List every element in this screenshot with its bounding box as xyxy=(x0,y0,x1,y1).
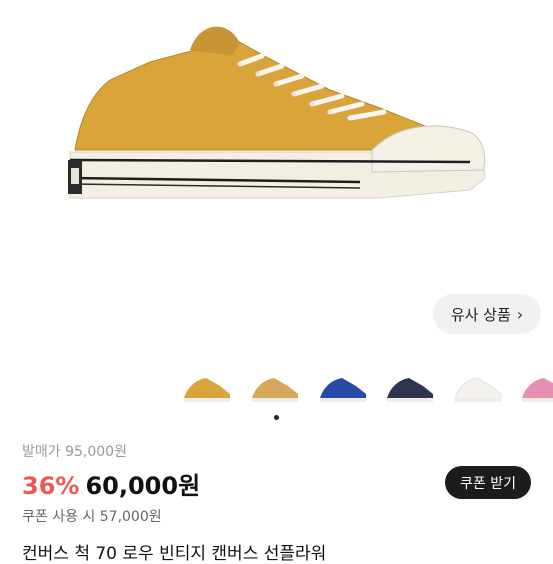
get-coupon-button[interactable]: 쿠폰 받기 xyxy=(445,466,531,499)
similar-products-label: 유사 상품 xyxy=(450,305,511,324)
similar-products-button[interactable]: 유사 상품 › xyxy=(433,294,541,334)
price-row: 36% 60,000원 xyxy=(22,466,200,501)
thumbnail-sneaker[interactable] xyxy=(518,364,553,410)
thumbnail-sneaker[interactable] xyxy=(451,364,505,410)
chevron-right-icon: › xyxy=(516,304,524,324)
product-hero-image xyxy=(0,0,553,280)
thumbnail-upper xyxy=(252,378,298,400)
thumbnail-upper xyxy=(320,378,366,400)
thumbnail-sneaker[interactable] xyxy=(248,364,302,410)
product-name: 컨버스 척 70 로우 빈티지 캔버스 선플라워 xyxy=(22,544,327,564)
sneaker-image xyxy=(68,26,486,199)
thumbnail-sneaker[interactable] xyxy=(180,364,234,410)
color-thumbnail-strip xyxy=(0,364,553,410)
original-price: 발매가 95,000원 xyxy=(22,444,127,460)
thumbnail-upper xyxy=(184,378,230,400)
thumbnail-upper xyxy=(387,378,433,400)
thumbnail-upper xyxy=(522,378,553,400)
discount-rate: 36% xyxy=(22,472,80,500)
coupon-price: 쿠폰 사용 시 57,000원 xyxy=(22,509,162,525)
thumbnail-sneaker[interactable] xyxy=(383,364,437,410)
thumbnail-upper xyxy=(454,377,502,401)
sale-price: 60,000원 xyxy=(85,472,201,500)
carousel-indicator-dot xyxy=(274,415,279,420)
thumbnail-sneaker[interactable] xyxy=(316,364,370,410)
